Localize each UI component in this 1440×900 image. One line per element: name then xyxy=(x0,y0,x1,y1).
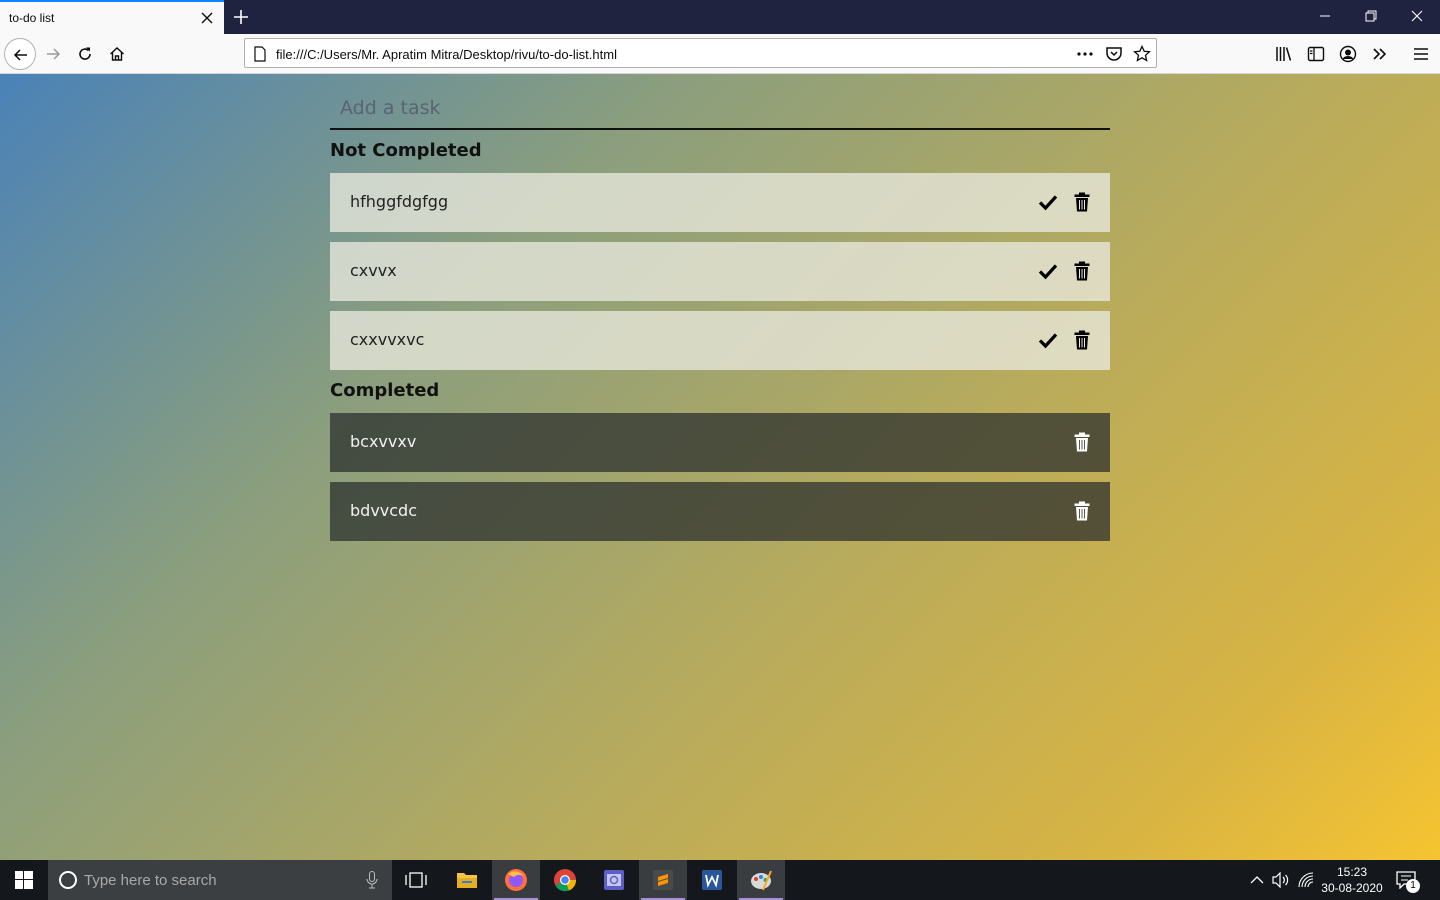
more-actions-icon[interactable] xyxy=(1076,45,1094,63)
taskbar-file-explorer[interactable] xyxy=(443,860,491,900)
taskbar-search-box[interactable]: Type here to search xyxy=(48,860,392,900)
reload-icon xyxy=(79,47,91,60)
task-view-icon xyxy=(405,872,427,888)
restore-button[interactable] xyxy=(1348,0,1394,32)
browser-tab[interactable]: to-do list xyxy=(0,0,224,34)
completed-item: bcxvvxv xyxy=(330,413,1110,472)
todo-text: bcxvvxv xyxy=(350,432,417,451)
pocket-icon[interactable] xyxy=(1105,45,1123,63)
action-center-button[interactable]: 1 xyxy=(1396,869,1422,893)
home-icon xyxy=(110,47,124,61)
taskbar-sublime-text[interactable] xyxy=(639,860,687,900)
overflow-chevrons-icon[interactable] xyxy=(1370,44,1390,64)
system-clock[interactable]: 15:23 30-08-2020 xyxy=(1318,864,1386,896)
account-icon[interactable] xyxy=(1338,44,1358,64)
taskbar-chrome[interactable] xyxy=(541,860,589,900)
todo-item: cxvvx xyxy=(330,242,1110,301)
forward-button[interactable] xyxy=(37,38,69,70)
close-tab-icon[interactable] xyxy=(199,10,215,26)
add-task-input[interactable] xyxy=(330,88,1110,130)
volume-icon[interactable] xyxy=(1272,872,1290,888)
firefox-icon xyxy=(505,869,527,891)
trash-icon[interactable] xyxy=(1074,192,1090,212)
todo-text: cxvvx xyxy=(350,261,397,280)
check-icon[interactable] xyxy=(1038,193,1058,211)
navigation-toolbar: file:///C:/Users/Mr. Apratim Mitra/Deskt… xyxy=(0,34,1440,74)
arrow-left-icon xyxy=(13,49,27,61)
not-completed-heading: Not Completed xyxy=(330,140,482,161)
sublime-text-icon xyxy=(653,870,673,890)
todo-text: hfhggfdgfgg xyxy=(350,192,449,211)
url-bar[interactable]: file:///C:/Users/Mr. Apratim Mitra/Deskt… xyxy=(244,38,1157,68)
windows-taskbar: Type here to search 15:23 30-08-2020 1 xyxy=(0,860,1440,900)
minimize-icon xyxy=(1320,15,1330,17)
close-icon xyxy=(1411,10,1423,22)
folder-icon xyxy=(457,873,477,888)
windows-logo-icon xyxy=(15,871,33,889)
check-icon[interactable] xyxy=(1038,331,1058,349)
sidebar-icon[interactable] xyxy=(1306,44,1326,64)
clock-date: 30-08-2020 xyxy=(1321,881,1383,895)
todo-item: cxxvvxvc xyxy=(330,311,1110,370)
trash-icon[interactable] xyxy=(1074,432,1090,452)
completed-item: bdvvcdc xyxy=(330,482,1110,541)
arrow-right-icon xyxy=(47,48,61,60)
bookmark-star-icon[interactable] xyxy=(1133,45,1151,63)
reload-button[interactable] xyxy=(69,38,101,70)
task-view-button[interactable] xyxy=(392,860,440,900)
page-content: Not Completed hfhggfdgfgg cxvvx cxxvvxvc xyxy=(0,74,1440,860)
app-window-icon xyxy=(604,870,624,890)
minimize-button[interactable] xyxy=(1302,0,1348,32)
new-tab-icon[interactable] xyxy=(230,6,252,28)
tab-title: to-do list xyxy=(9,11,55,25)
taskbar-firefox[interactable] xyxy=(492,860,540,900)
chevron-up-icon[interactable] xyxy=(1250,875,1264,885)
restore-icon xyxy=(1365,10,1377,22)
tab-strip: to-do list xyxy=(0,0,1440,34)
todo-item: hfhggfdgfgg xyxy=(330,173,1110,232)
trash-icon[interactable] xyxy=(1074,330,1090,350)
trash-icon[interactable] xyxy=(1074,261,1090,281)
taskbar-word[interactable] xyxy=(688,860,736,900)
paint-palette-icon xyxy=(751,870,772,891)
page-icon xyxy=(254,46,266,62)
todo-text: cxxvvxvc xyxy=(350,330,425,349)
taskbar-app-4[interactable] xyxy=(590,860,638,900)
back-button[interactable] xyxy=(4,38,36,70)
library-icon[interactable] xyxy=(1274,44,1294,64)
hamburger-menu-icon[interactable] xyxy=(1411,44,1431,64)
start-button[interactable] xyxy=(0,860,48,900)
trash-icon[interactable] xyxy=(1074,501,1090,521)
home-button[interactable] xyxy=(101,38,133,70)
notification-count-badge: 1 xyxy=(1406,879,1420,893)
cortana-circle-icon xyxy=(59,871,77,889)
check-icon[interactable] xyxy=(1038,262,1058,280)
todo-text: bdvvcdc xyxy=(350,501,417,520)
taskbar-search-placeholder: Type here to search xyxy=(84,872,217,889)
wifi-icon[interactable] xyxy=(1297,872,1315,888)
word-icon xyxy=(702,870,722,890)
url-text: file:///C:/Users/Mr. Apratim Mitra/Deskt… xyxy=(276,47,617,62)
chrome-icon xyxy=(554,869,577,892)
completed-heading: Completed xyxy=(330,380,440,401)
close-window-button[interactable] xyxy=(1394,0,1440,32)
taskbar-paint[interactable] xyxy=(737,860,785,900)
clock-time: 15:23 xyxy=(1336,865,1368,879)
microphone-icon[interactable] xyxy=(366,871,378,889)
